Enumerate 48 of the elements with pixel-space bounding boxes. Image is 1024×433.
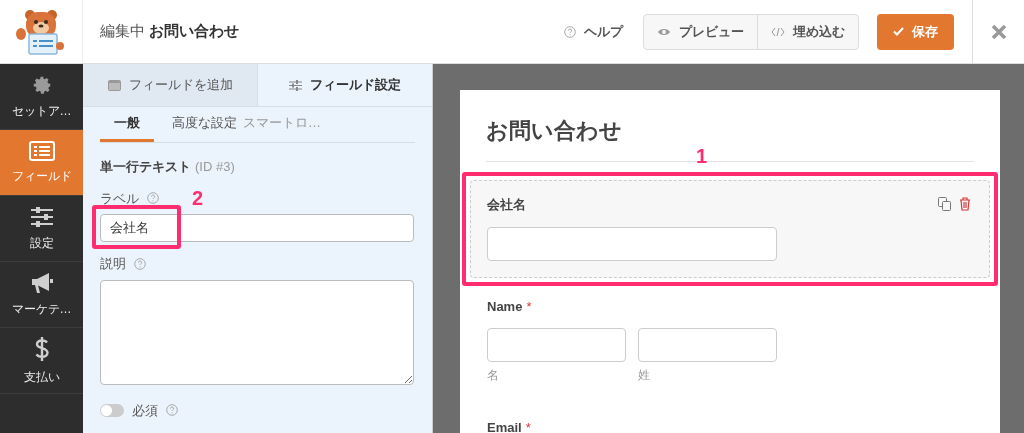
description-caption: 説明 (100, 255, 126, 273)
close-button[interactable] (989, 22, 1008, 41)
required-label: 必須 (132, 401, 158, 420)
field-id: (ID #3) (195, 158, 235, 176)
label-caption: ラベル (100, 189, 139, 208)
sub-tab[interactable]: 一般 (100, 107, 154, 142)
editing-label: 編集中 (100, 21, 145, 42)
field-label: 会社名 (487, 196, 526, 214)
form-title: お問い合わせ (149, 21, 239, 42)
label-input[interactable]: 会社名 (100, 214, 414, 242)
annotation-number: 1 (696, 146, 708, 166)
sublabel: 名 (487, 367, 500, 384)
form-field[interactable]: 会社名 (470, 180, 990, 278)
panel-tab[interactable]: フィールドを追加 (83, 64, 258, 106)
list-icon (28, 140, 55, 161)
preview-button[interactable]: プレビュー (644, 14, 758, 49)
description-textarea[interactable] (100, 279, 414, 385)
sublabel: 姓 (638, 367, 651, 384)
help-button[interactable]: ヘルプ (564, 21, 623, 42)
help-icon[interactable] (147, 192, 159, 205)
field-label: Email (487, 419, 522, 433)
embed-button[interactable]: 埋め込む (758, 14, 858, 49)
required-toggle[interactable] (100, 403, 124, 417)
help-icon[interactable] (134, 257, 146, 270)
close-icon (990, 23, 1007, 40)
dollar-icon (33, 335, 50, 362)
field-type-title: 単一行テキスト (100, 158, 191, 176)
duplicate-icon[interactable] (938, 197, 951, 211)
help-icon[interactable] (564, 25, 576, 38)
trash-icon[interactable] (959, 197, 971, 211)
sliders-icon (289, 79, 302, 91)
sub-tab[interactable]: 高度な設定 (172, 107, 237, 142)
required-asterisk: * (525, 419, 531, 433)
eye-icon (657, 26, 671, 37)
sliders-icon (29, 205, 54, 228)
code-icon (771, 26, 785, 37)
annotation-number: 2 (192, 188, 204, 208)
form-field[interactable]: Name * 名 姓 (470, 285, 990, 407)
megaphone-icon (29, 271, 54, 294)
required-asterisk: * (526, 297, 532, 316)
form-icon (107, 79, 121, 91)
name-input[interactable] (487, 328, 626, 362)
text-input[interactable] (487, 226, 777, 261)
name-input[interactable] (638, 328, 777, 362)
form-field[interactable]: Email * (470, 407, 990, 433)
help-icon[interactable] (166, 404, 178, 417)
check-icon (893, 27, 904, 36)
field-label: Name (487, 297, 523, 316)
